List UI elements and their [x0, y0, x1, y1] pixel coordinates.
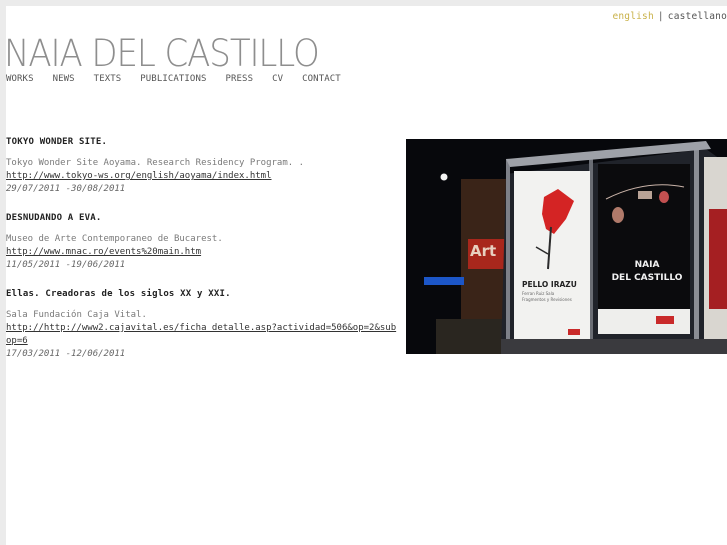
nav-cv[interactable]: CV	[272, 74, 283, 84]
lang-english-link[interactable]: english	[612, 11, 653, 22]
news-item: TOKYO WONDER SITE. Tokyo Wonder Site Aoy…	[6, 136, 401, 196]
poster-left-line3: Fragmentos y Revisiones	[522, 297, 572, 302]
news-title: Ellas. Creadoras de los siglos XX y XXI.	[6, 289, 231, 299]
poster-right-line2: DEL CASTILLO	[612, 273, 683, 283]
nav-works[interactable]: WORKS	[6, 74, 34, 84]
nav-contact[interactable]: CONTACT	[302, 74, 341, 84]
storefront-sign: Art	[470, 242, 496, 260]
poster-left-line2: Ferran Ruiz Sala	[522, 291, 555, 296]
nav-publications[interactable]: PUBLICATIONS	[140, 74, 206, 84]
news-link[interactable]: http://www.tokyo-ws.org/english/aoyama/i…	[6, 170, 401, 183]
poster-right-line1: NAIA	[635, 260, 660, 270]
poster-left-title: PELLO IRAZU	[522, 280, 577, 289]
lang-separator: |	[657, 11, 664, 22]
language-switcher: english | castellano	[612, 11, 727, 22]
nav-press[interactable]: PRESS	[226, 74, 254, 84]
featured-photo: Art PELLO IRAZU Ferran Ruiz Sala Fragmen…	[406, 139, 727, 354]
news-dates: 29/07/2011 -30/08/2011	[6, 184, 126, 194]
news-title: DESNUDANDO A EVA.	[6, 213, 102, 223]
news-dates: 11/05/2011 -19/06/2011	[6, 260, 126, 270]
main-nav: WORKS NEWS TEXTS PUBLICATIONS PRESS CV C…	[6, 74, 360, 84]
news-list: TOKYO WONDER SITE. Tokyo Wonder Site Aoy…	[6, 136, 401, 377]
lang-castellano-link[interactable]: castellano	[668, 11, 727, 22]
news-venue: Museo de Arte Contemporaneo de Bucarest.	[6, 234, 223, 244]
news-title: TOKYO WONDER SITE.	[6, 137, 108, 147]
exhibition-posters-image: Art PELLO IRAZU Ferran Ruiz Sala Fragmen…	[406, 139, 727, 354]
nav-texts[interactable]: TEXTS	[94, 74, 122, 84]
news-item: Ellas. Creadoras de los siglos XX y XXI.…	[6, 288, 401, 361]
news-venue: Sala Fundación Caja Vital.	[6, 310, 147, 320]
page: english | castellano NAIA DEL CASTILLO WOR…	[4, 6, 727, 545]
news-venue: Tokyo Wonder Site Aoyama. Research Resid…	[6, 158, 305, 168]
news-item: DESNUDANDO A EVA. Museo de Arte Contempo…	[6, 212, 401, 272]
news-link[interactable]: http://www.mnac.ro/events%20main.htm	[6, 246, 401, 259]
news-dates: 17/03/2011 -12/06/2011	[6, 349, 126, 359]
site-title[interactable]: NAIA DEL CASTILLO	[4, 32, 320, 75]
nav-news[interactable]: NEWS	[53, 74, 75, 84]
news-link[interactable]: http://http://www2.cajavital.es/ficha_de…	[6, 322, 401, 348]
